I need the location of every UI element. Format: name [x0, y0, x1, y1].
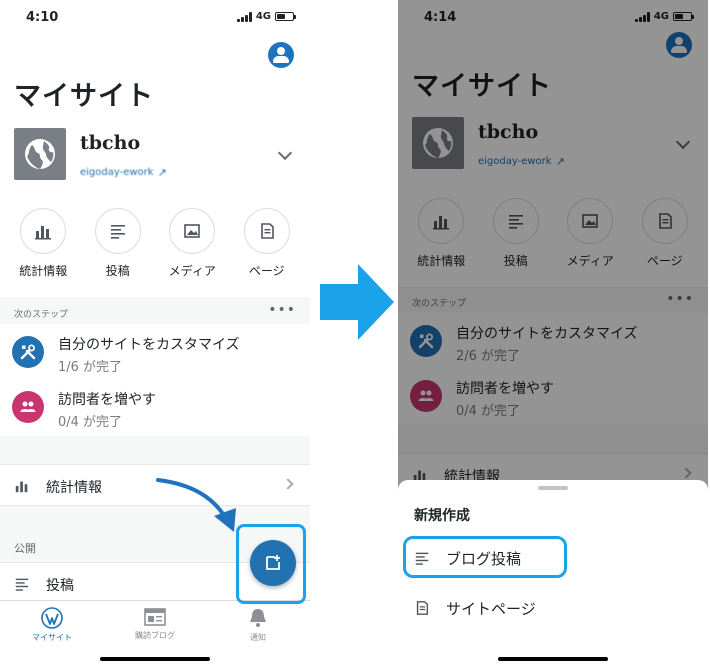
- quick-action-label: 投稿: [105, 264, 130, 278]
- row-label: 統計情報: [46, 480, 102, 496]
- status-time: 4:10: [26, 10, 59, 25]
- phone-screen-before: 4:10 4G マイサイト tbcho eigoday-ework ↗ 統計情報: [0, 0, 310, 671]
- site-name: tbcho: [80, 132, 141, 154]
- sheet-title: 新規作成: [414, 508, 470, 524]
- create-blog-post-button[interactable]: ブログ投稿: [414, 542, 521, 574]
- task-customize-site[interactable]: 自分のサイトをカスタマイズ 1/6 が完了: [0, 328, 310, 382]
- page-icon: [260, 223, 274, 239]
- next-steps-label: 次のステップ: [14, 310, 69, 320]
- add-post-icon: [266, 555, 280, 570]
- tab-notifications[interactable]: 通知: [218, 607, 298, 643]
- bar-chart-icon: [35, 226, 52, 240]
- quick-actions: 統計情報 投稿 メディア ページ: [0, 208, 310, 279]
- row-label: 投稿: [46, 578, 74, 594]
- tab-label: マイサイト: [32, 633, 72, 642]
- quick-action-label: ページ: [248, 264, 285, 278]
- tools-icon: [12, 336, 44, 368]
- task-grow-visitors[interactable]: 訪問者を増やす 0/4 が完了: [0, 383, 310, 437]
- globe-icon: [25, 139, 55, 169]
- posts-icon: [15, 578, 29, 591]
- task-progress: 1/6 が完了: [58, 360, 123, 375]
- status-bar: 4:10 4G: [0, 0, 310, 36]
- battery-icon: [275, 12, 296, 21]
- task-progress: 0/4 が完了: [58, 415, 123, 430]
- quick-action-label: 統計情報: [19, 264, 68, 278]
- home-indicator: [100, 657, 210, 661]
- curved-arrow-annotation: [156, 478, 236, 532]
- next-steps-header: 次のステップ •••: [0, 298, 310, 324]
- publish-group-label: 公開: [14, 542, 36, 555]
- network-label: 4G: [255, 11, 271, 22]
- quick-action-label: メディア: [168, 264, 216, 278]
- create-bottom-sheet: 新規作成 ブログ投稿 サイトページ: [398, 480, 708, 671]
- phone-screen-after: 4:14 4G マイサイト tbcho eigoday-ework ↗ 統計情報: [398, 0, 708, 671]
- tab-label: 購読ブログ: [135, 631, 175, 640]
- tab-reader[interactable]: 購読ブログ: [115, 607, 195, 641]
- account-avatar-button[interactable]: [268, 42, 294, 68]
- status-indicators: 4G: [236, 11, 296, 22]
- bell-icon: [250, 609, 266, 627]
- tab-label: 通知: [250, 633, 266, 642]
- quick-action-posts[interactable]: 投稿: [85, 208, 151, 279]
- create-fab-button[interactable]: [250, 540, 296, 586]
- create-site-page-button[interactable]: サイトページ: [414, 592, 536, 624]
- section-gap: [0, 436, 310, 464]
- task-title: 自分のサイトをカスタマイズ: [58, 337, 240, 353]
- sheet-item-label: サイトページ: [446, 599, 536, 618]
- posts-icon: [415, 552, 429, 565]
- image-icon: [184, 224, 201, 238]
- quick-action-stats[interactable]: 統計情報: [10, 208, 76, 279]
- quick-action-media[interactable]: メディア: [159, 208, 225, 279]
- page-icon: [416, 601, 429, 615]
- home-indicator: [498, 657, 608, 661]
- chevron-right-icon: [282, 478, 294, 490]
- site-url-link[interactable]: eigoday-ework ↗: [80, 166, 167, 179]
- wordpress-icon: [41, 607, 63, 629]
- site-switcher-chevron-icon[interactable]: [277, 145, 293, 161]
- sheet-grabber[interactable]: [538, 486, 568, 490]
- site-icon[interactable]: [14, 128, 66, 180]
- quick-action-pages[interactable]: ページ: [234, 208, 300, 279]
- external-link-icon: ↗: [157, 166, 167, 179]
- people-icon: [12, 391, 44, 423]
- posts-icon: [110, 225, 125, 239]
- reader-icon: [144, 608, 166, 626]
- transition-arrow: [320, 264, 394, 340]
- site-url-text: eigoday-ework: [80, 167, 154, 178]
- page-title: マイサイト: [14, 81, 154, 112]
- signal-icon: [236, 11, 252, 22]
- tab-my-site[interactable]: マイサイト: [12, 607, 92, 643]
- bar-chart-icon: [15, 481, 28, 493]
- task-title: 訪問者を増やす: [58, 392, 156, 408]
- more-options-icon[interactable]: •••: [268, 302, 296, 318]
- sheet-item-label: ブログ投稿: [446, 549, 522, 568]
